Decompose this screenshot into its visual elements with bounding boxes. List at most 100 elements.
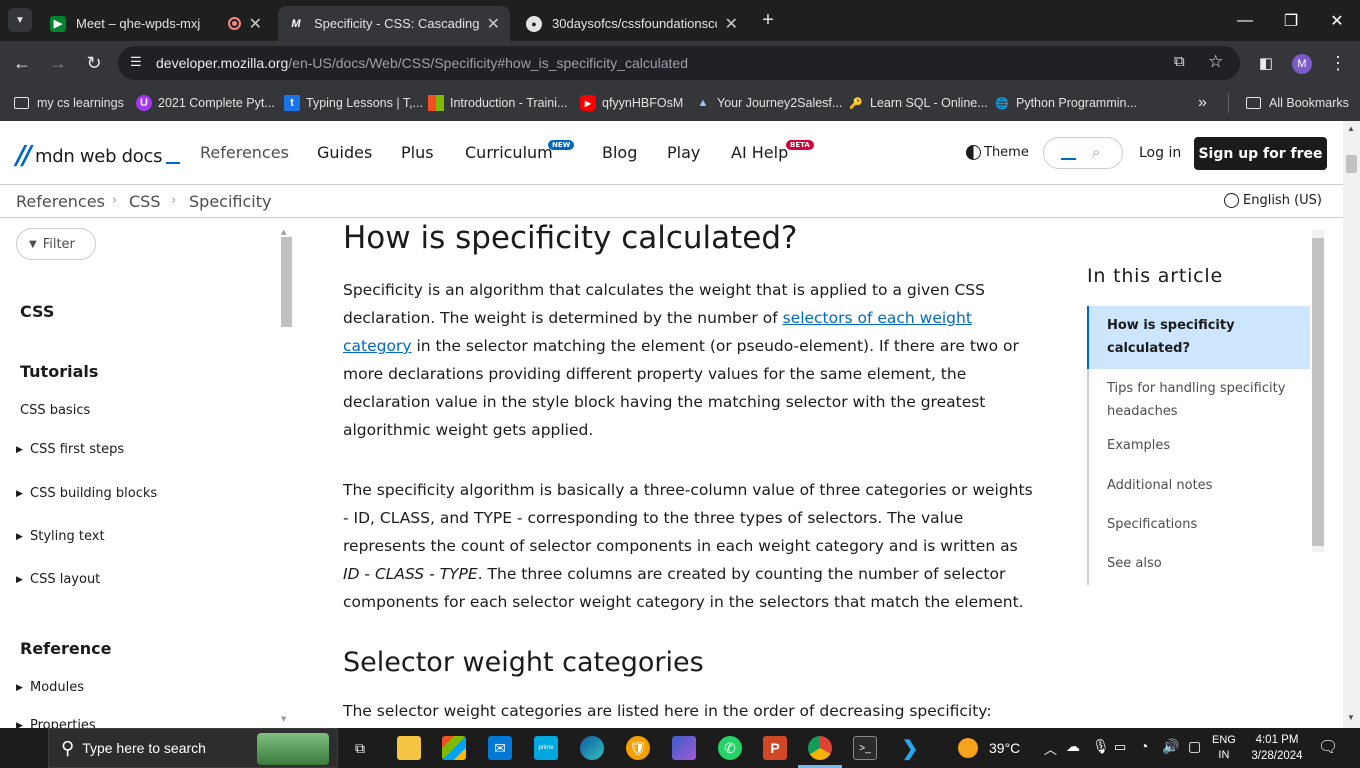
nav-plus[interactable]: Plus: [401, 143, 434, 162]
forward-icon[interactable]: →: [42, 47, 74, 79]
mdn-logo[interactable]: // mdn web docs: [16, 141, 181, 171]
toc-item-tips[interactable]: Tips for handling specificity headaches: [1087, 369, 1310, 426]
nav-references[interactable]: References: [200, 143, 289, 162]
device-icon[interactable]: ▢: [1188, 738, 1201, 755]
scroll-thumb[interactable]: [281, 237, 292, 327]
tab-meet[interactable]: ▶ Meet – qhe-wpds-mxj ✕: [40, 6, 272, 41]
notifications-icon[interactable]: 🗨: [1318, 737, 1338, 757]
terminal-icon[interactable]: >_: [853, 736, 877, 760]
scroll-up-icon[interactable]: ▲: [281, 228, 286, 236]
close-icon[interactable]: ✕: [487, 14, 500, 34]
toc-item-how-calculated[interactable]: How is specificity calculated?: [1087, 306, 1310, 369]
sidebar-section-css[interactable]: CSS: [20, 302, 54, 321]
profile-avatar[interactable]: M: [1292, 54, 1312, 74]
toc-item-examples[interactable]: Examples: [1087, 426, 1310, 466]
sidebar-item-modules[interactable]: Modules: [30, 680, 84, 695]
bookmark-star-icon[interactable]: ☆: [1208, 52, 1223, 72]
task-view-icon[interactable]: ⧉: [348, 736, 372, 760]
scroll-down-icon[interactable]: ▼: [1347, 713, 1355, 722]
show-hidden-icons[interactable]: ︿: [1044, 739, 1057, 758]
breadcrumb-specificity[interactable]: Specificity: [189, 192, 271, 211]
sidebar-item-styling-text[interactable]: Styling text: [30, 529, 105, 544]
weather-widget[interactable]: 39°C: [958, 738, 1020, 758]
windows-start-icon[interactable]: [13, 737, 35, 759]
new-tab-button[interactable]: +: [758, 8, 778, 32]
expand-icon[interactable]: ▶: [16, 721, 23, 728]
scroll-down-icon[interactable]: ▼: [281, 715, 286, 723]
bookmark-item[interactable]: 🌐 Python Programmin...: [994, 93, 1137, 113]
sidebar-item-properties[interactable]: Properties: [30, 718, 96, 728]
toc-scroll-thumb[interactable]: [1312, 238, 1324, 546]
volume-icon[interactable]: 🔊: [1162, 738, 1179, 755]
reload-icon[interactable]: ↻: [78, 47, 110, 79]
menu-icon[interactable]: ⋮: [1322, 47, 1354, 79]
bookmark-folder[interactable]: my cs learnings: [14, 93, 124, 113]
microsoft-store-icon[interactable]: [442, 736, 466, 760]
brave-icon[interactable]: 🛡: [626, 736, 650, 760]
taskbar-search-box[interactable]: ⚲ Type here to search: [48, 728, 338, 768]
back-icon[interactable]: ←: [6, 47, 38, 79]
nav-curriculum[interactable]: Curriculum: [465, 143, 553, 162]
sidebar-scrollbar[interactable]: ▲ ▼: [281, 228, 292, 728]
microphone-icon[interactable]: 🎙: [1092, 738, 1110, 755]
search-input[interactable]: ⌕: [1043, 137, 1123, 169]
tab-specificity[interactable]: M Specificity - CSS: Cascading Style ✕: [278, 6, 510, 41]
sidebar-item-building-blocks[interactable]: CSS building blocks: [30, 486, 157, 501]
signup-button[interactable]: Sign up for free: [1194, 137, 1327, 170]
tab-github[interactable]: ● 30daysofcs/cssfoundationscour ✕: [516, 6, 748, 41]
bookmark-item[interactable]: ▶ qfyynHBFOsM: [580, 93, 683, 113]
more-bookmarks-button[interactable]: »: [1198, 93, 1207, 113]
file-explorer-icon[interactable]: [397, 736, 421, 760]
clock[interactable]: 4:01 PM 3/28/2024: [1248, 732, 1306, 764]
restore-icon[interactable]: ❐: [1268, 0, 1314, 41]
page-scrollbar[interactable]: ▲ ▼: [1343, 121, 1360, 728]
language-switcher[interactable]: English (US): [1224, 193, 1322, 208]
nav-guides[interactable]: Guides: [317, 143, 372, 162]
whatsapp-icon[interactable]: ✆: [718, 736, 742, 760]
bookmark-item[interactable]: t Typing Lessons | T,...: [284, 93, 423, 113]
nav-play[interactable]: Play: [667, 143, 700, 162]
scroll-up-icon[interactable]: ▲: [1347, 124, 1355, 133]
close-icon[interactable]: ✕: [725, 14, 738, 34]
tab-search-button[interactable]: ▼: [8, 8, 32, 32]
battery-icon[interactable]: ▭: [1114, 739, 1126, 755]
expand-icon[interactable]: ▶: [16, 532, 23, 542]
filter-input[interactable]: ▼ Filter: [16, 228, 96, 260]
minimize-icon[interactable]: —: [1222, 0, 1268, 41]
theme-switcher[interactable]: Theme: [966, 145, 1029, 160]
toc-item-additional-notes[interactable]: Additional notes: [1087, 466, 1310, 506]
toc-item-specifications[interactable]: Specifications: [1087, 506, 1310, 545]
sidebar-item-first-steps[interactable]: CSS first steps: [30, 442, 124, 457]
nav-blog[interactable]: Blog: [602, 143, 637, 162]
bookmark-item[interactable]: ▲ Your Journey2Salesf...: [695, 93, 843, 113]
toc-item-see-also[interactable]: See also: [1087, 545, 1310, 585]
wifi-icon[interactable]: ◔: [1140, 738, 1148, 754]
onedrive-icon[interactable]: ☁: [1066, 738, 1080, 755]
expand-icon[interactable]: ▶: [16, 489, 23, 499]
all-bookmarks-button[interactable]: All Bookmarks: [1246, 93, 1349, 113]
mail-icon[interactable]: ✉: [488, 736, 512, 760]
powerpoint-icon[interactable]: P: [763, 736, 787, 760]
prime-video-icon[interactable]: prime: [534, 736, 558, 760]
expand-icon[interactable]: ▶: [16, 683, 23, 693]
address-bar[interactable]: ☰ developer.mozilla.org/en-US/docs/Web/C…: [118, 46, 1240, 80]
expand-icon[interactable]: ▶: [16, 575, 23, 585]
scroll-thumb[interactable]: [1346, 155, 1357, 173]
vscode-icon[interactable]: ❯: [898, 736, 922, 760]
install-app-icon[interactable]: ⧉: [1174, 53, 1185, 70]
close-icon[interactable]: ✕: [249, 14, 262, 34]
login-link[interactable]: Log in: [1139, 145, 1181, 161]
sidebar-item-css-basics[interactable]: CSS basics: [20, 403, 90, 418]
breadcrumb-references[interactable]: References: [16, 192, 105, 211]
breadcrumb-css[interactable]: CSS: [129, 192, 160, 211]
bookmark-item[interactable]: U 2021 Complete Pyt...: [136, 93, 275, 113]
nav-ai-help[interactable]: AI Help: [731, 143, 788, 162]
bookmark-item[interactable]: Introduction - Traini...: [428, 93, 567, 113]
window-close-icon[interactable]: ✕: [1314, 0, 1360, 41]
side-panel-icon[interactable]: ◧: [1250, 47, 1282, 79]
expand-icon[interactable]: ▶: [16, 445, 23, 455]
bookmark-item[interactable]: 🔑 Learn SQL - Online...: [848, 93, 988, 113]
language-indicator[interactable]: ENG IN: [1212, 733, 1236, 763]
chrome-icon[interactable]: [808, 736, 832, 760]
app-icon[interactable]: [672, 736, 696, 760]
